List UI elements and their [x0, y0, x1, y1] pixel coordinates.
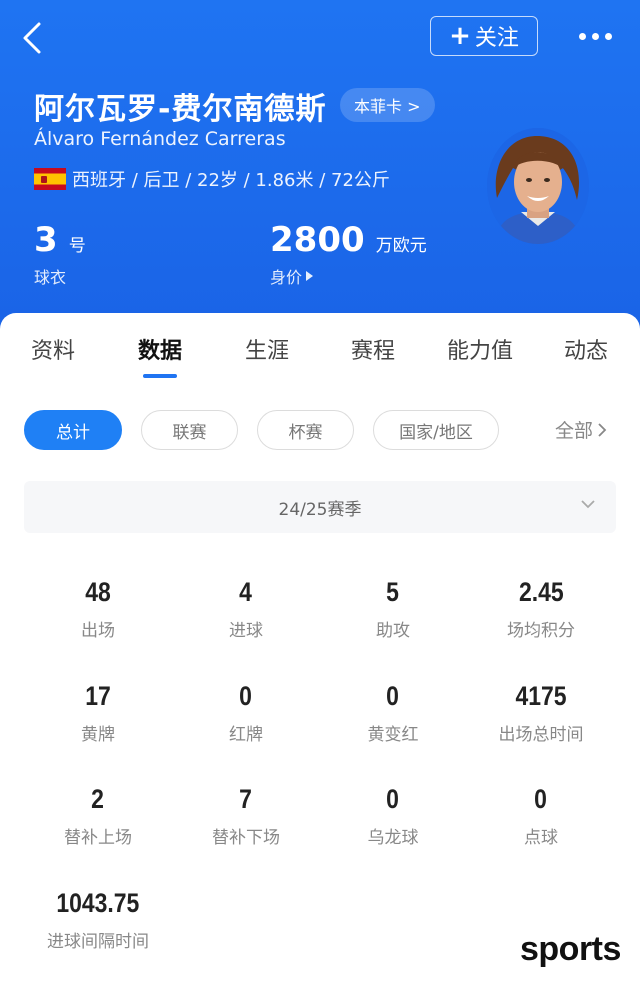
- chevron-left-icon: [23, 22, 41, 54]
- stat-label: 替补下场: [212, 828, 280, 848]
- stat-item: 0 黄变红: [318, 680, 468, 745]
- player-name-cn: 阿尔瓦罗-费尔南德斯: [34, 92, 327, 127]
- stat-value: 2.45: [518, 577, 564, 607]
- stat-value: 5: [386, 577, 400, 607]
- player-header: + 关注 阿尔瓦罗-费尔南德斯 本菲卡 > Álvaro Fernández C…: [0, 0, 640, 340]
- market-value-label-row: 身价: [270, 264, 427, 288]
- tab-news[interactable]: 动态: [564, 333, 608, 365]
- tab-profile[interactable]: 资料: [31, 333, 75, 365]
- stat-label: 出场: [81, 621, 115, 641]
- stat-value: 0: [386, 784, 400, 814]
- filter-all-label: 全部: [555, 420, 594, 442]
- active-tab-indicator: [143, 374, 177, 378]
- stat-item: 1043.75 进球间隔时间: [23, 887, 173, 952]
- filter-total[interactable]: 总计: [24, 410, 122, 450]
- more-button[interactable]: [572, 24, 618, 48]
- follow-button[interactable]: + 关注: [430, 16, 538, 56]
- stat-item: 5 助攻: [318, 576, 468, 641]
- stat-value: 1043.75: [56, 888, 140, 918]
- market-value-number: 2800: [270, 220, 365, 260]
- stat-item: 0 点球: [466, 783, 616, 848]
- stat-value: 48: [85, 577, 111, 607]
- stat-label: 替补上场: [64, 828, 132, 848]
- filter-bar: 总计 联赛 杯赛 国家/地区 全部: [0, 410, 640, 452]
- player-name-en: Álvaro Fernández Carreras: [34, 128, 286, 150]
- stat-item: 7 替补下场: [171, 783, 321, 848]
- back-button[interactable]: [14, 20, 50, 56]
- more-dot-icon: [578, 32, 586, 40]
- stat-item: 2.45 场均积分: [466, 576, 616, 641]
- stat-item: 0 乌龙球: [318, 783, 468, 848]
- more-dot-icon: [591, 32, 599, 40]
- stat-label: 场均积分: [507, 621, 575, 641]
- market-value-block[interactable]: 2800 万欧元 身价: [270, 220, 427, 288]
- follow-label: 关注: [474, 26, 519, 51]
- chevron-down-icon: [581, 500, 595, 509]
- jersey-number: 3: [34, 220, 58, 260]
- stat-item: 17 黄牌: [23, 680, 173, 745]
- tab-data[interactable]: 数据: [138, 333, 182, 365]
- stat-value: 2: [91, 784, 105, 814]
- content-panel: 资料 数据 生涯 赛程 能力值 动态 总计 联赛 杯赛 国家/地区 全部 24/…: [0, 313, 640, 986]
- season-label: 24/25赛季: [278, 499, 362, 520]
- stat-label: 点球: [524, 828, 558, 848]
- tab-bar: 资料 数据 生涯 赛程 能力值 动态: [0, 313, 640, 381]
- jersey-label: 球衣: [34, 268, 67, 287]
- spain-flag-icon: [34, 168, 66, 190]
- stat-item: 48 出场: [23, 576, 173, 641]
- market-value-unit: 万欧元: [375, 236, 427, 256]
- stat-value: 0: [534, 784, 548, 814]
- tab-career[interactable]: 生涯: [245, 333, 289, 365]
- tab-schedule[interactable]: 赛程: [351, 333, 395, 365]
- stat-value: 0: [239, 681, 253, 711]
- filter-national[interactable]: 国家/地区: [373, 410, 499, 450]
- filter-league[interactable]: 联赛: [141, 410, 238, 450]
- player-info-row: 西班牙 / 后卫 / 22岁 / 1.86米 / 72公斤: [34, 166, 390, 192]
- club-chip[interactable]: 本菲卡 >: [340, 88, 435, 122]
- stat-label: 助攻: [376, 621, 410, 641]
- jersey-unit: 号: [68, 236, 86, 256]
- tab-ability[interactable]: 能力值: [447, 333, 513, 365]
- jersey-block: 3 号 球衣: [34, 220, 86, 288]
- chevron-right-icon: [598, 422, 607, 437]
- stat-label: 黄变红: [367, 725, 419, 745]
- more-dot-icon: [604, 32, 612, 40]
- market-value-label: 身价: [270, 268, 303, 287]
- stat-value: 4: [239, 577, 253, 607]
- stat-label: 红牌: [229, 725, 263, 745]
- stat-label: 进球间隔时间: [47, 932, 149, 952]
- stat-item: 4 进球: [171, 576, 321, 641]
- stat-item: 0 红牌: [171, 680, 321, 745]
- stat-label: 出场总时间: [498, 725, 584, 745]
- stat-item: 2 替补上场: [23, 783, 173, 848]
- filter-all-link[interactable]: 全部: [555, 416, 607, 443]
- plus-icon: +: [449, 21, 471, 51]
- season-select[interactable]: 24/25赛季: [24, 481, 616, 533]
- stat-label: 黄牌: [81, 725, 115, 745]
- stat-value: 0: [386, 681, 400, 711]
- player-avatar: [487, 128, 589, 244]
- stat-label: 乌龙球: [367, 828, 419, 848]
- triangle-right-icon: [306, 271, 314, 281]
- stat-value: 17: [85, 681, 111, 711]
- stat-value: 7: [239, 784, 253, 814]
- stat-value: 4175: [515, 681, 567, 711]
- filter-cup[interactable]: 杯赛: [257, 410, 354, 450]
- stat-item: 4175 出场总时间: [466, 680, 616, 745]
- player-info-text: 西班牙 / 后卫 / 22岁 / 1.86米 / 72公斤: [72, 170, 390, 191]
- stat-label: 进球: [229, 621, 263, 641]
- sports-watermark: sports: [520, 930, 621, 968]
